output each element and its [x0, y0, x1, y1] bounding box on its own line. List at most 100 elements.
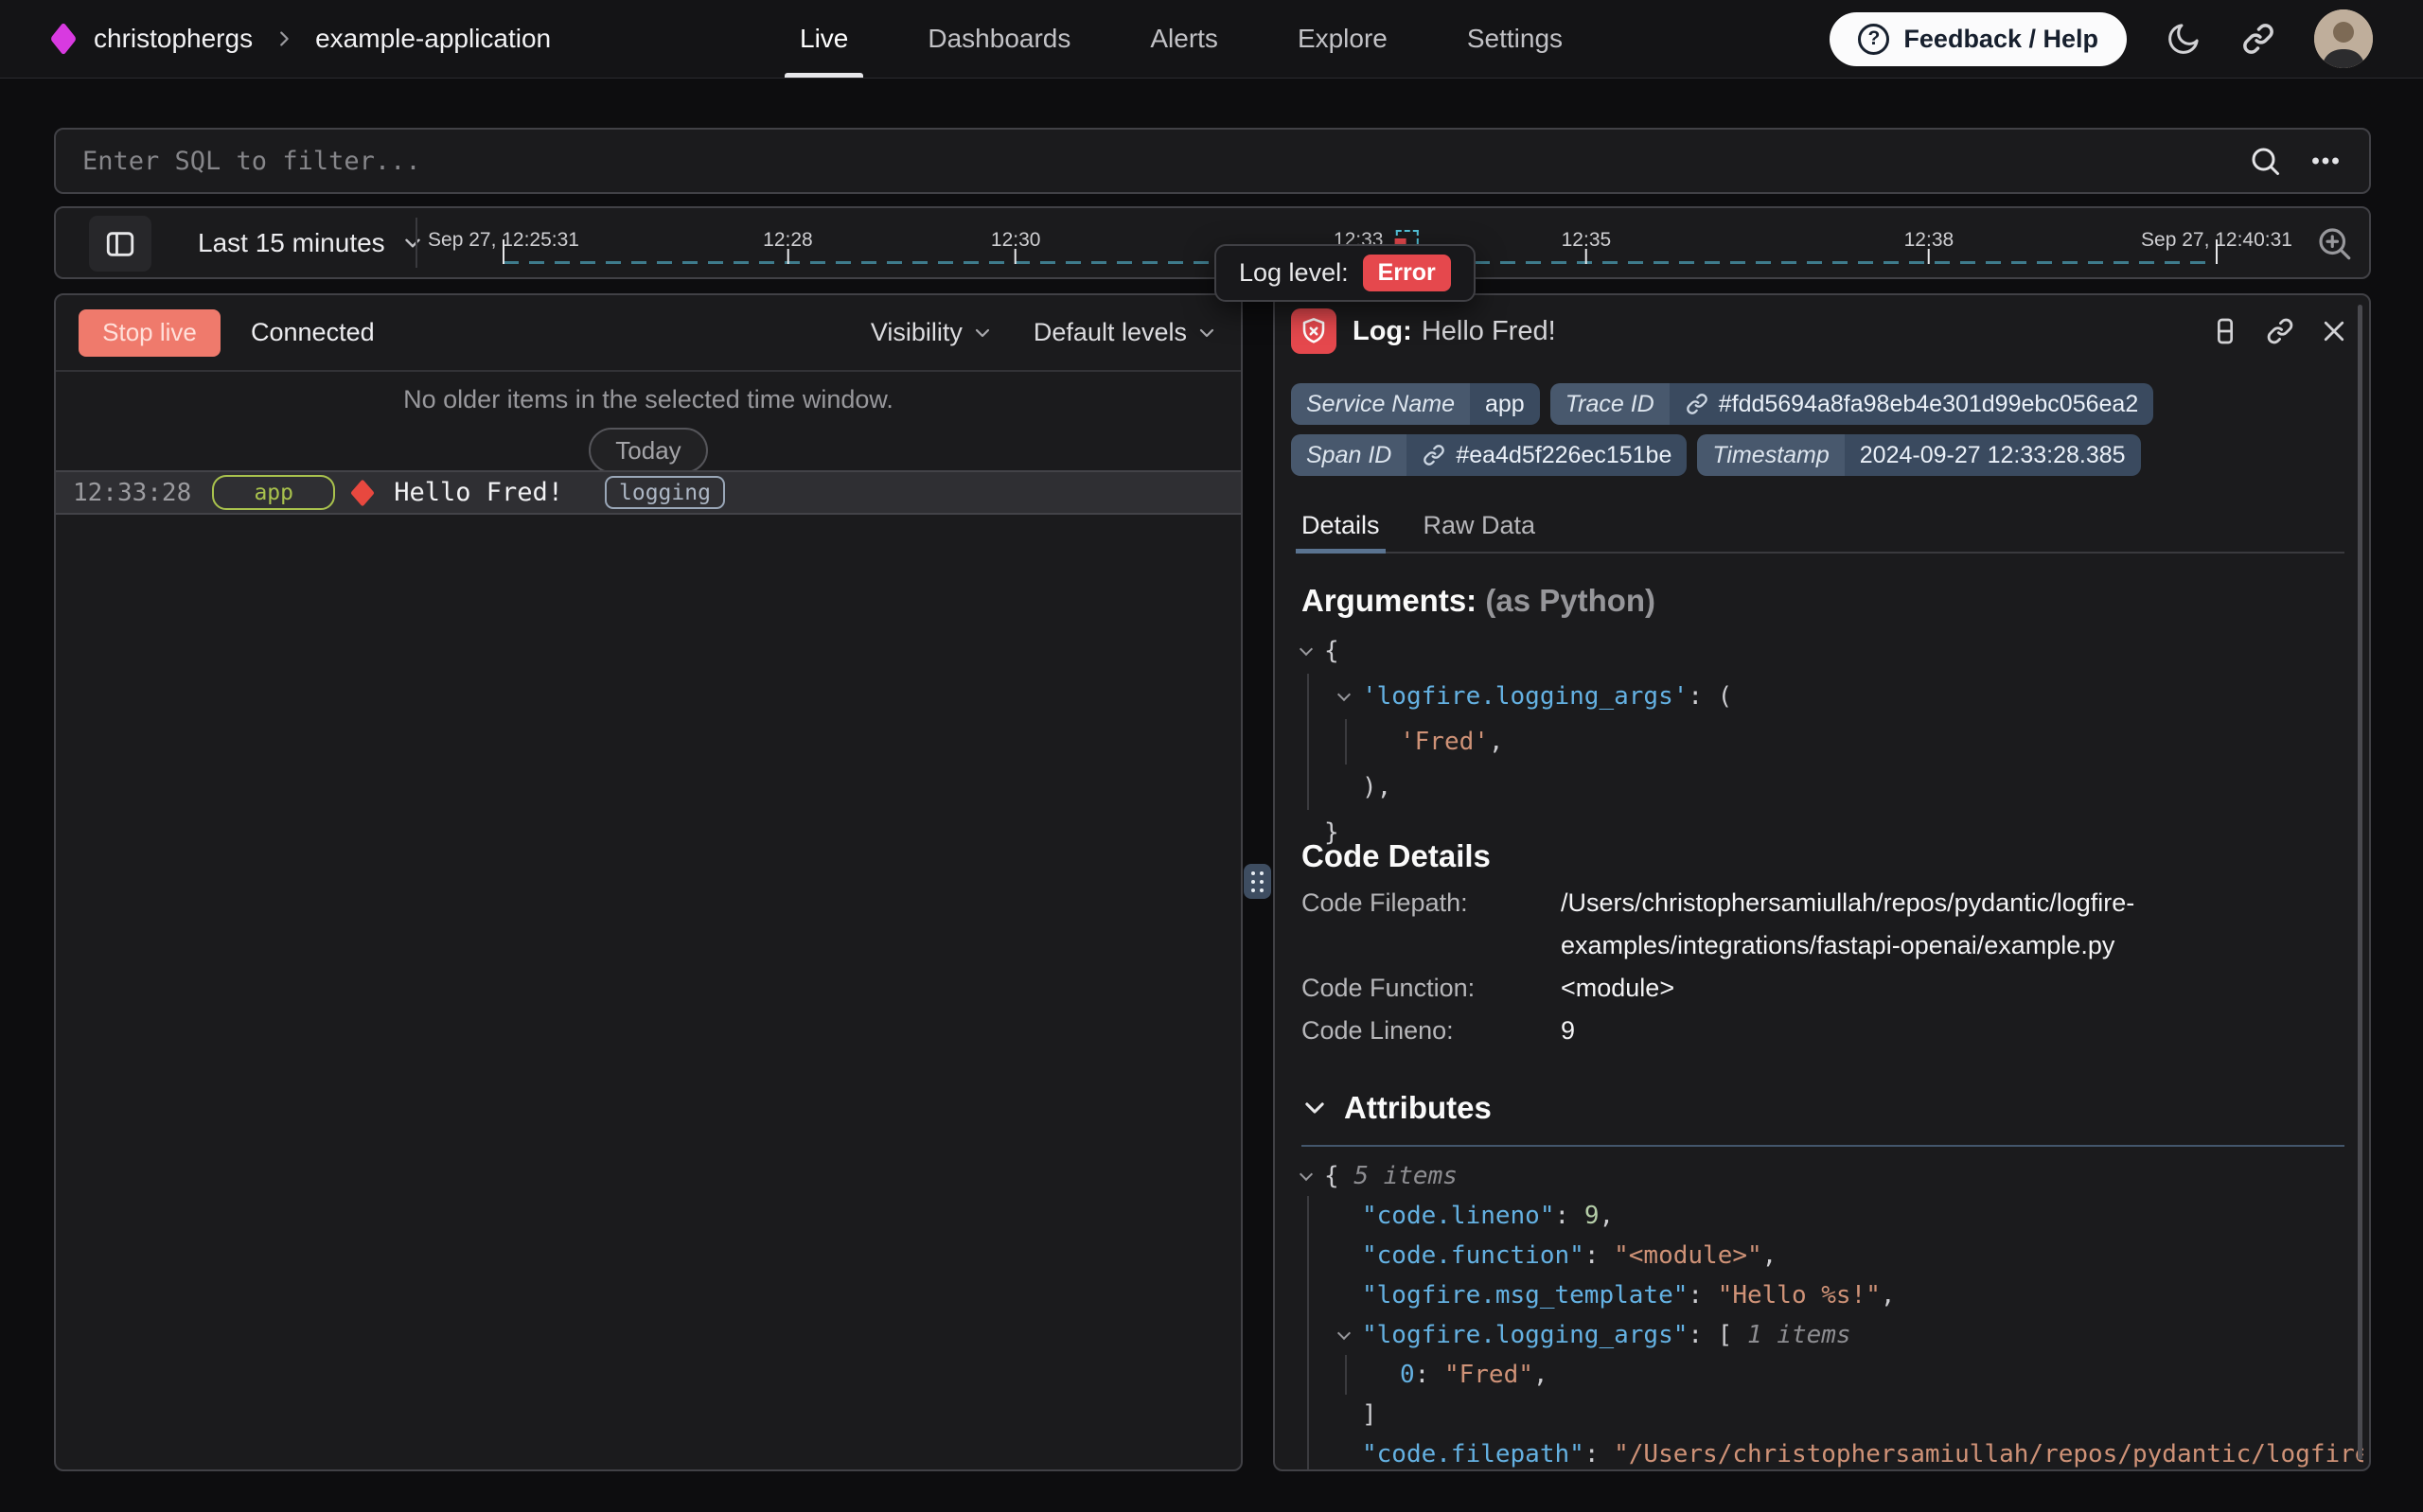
code-lineno-row: Code Lineno: 9 — [1301, 1010, 2331, 1052]
search-icon[interactable] — [2248, 144, 2282, 178]
code-line: 'logfire.logging_args': ( — [1288, 674, 2363, 719]
service-name-chip[interactable]: Service Name app — [1291, 383, 1540, 425]
log-row[interactable]: 12:33:28 app Hello Fred! logging — [56, 470, 1241, 515]
indent-guide — [1307, 1236, 1309, 1275]
code-line: "code.filepath": "/Users/christophersami… — [1288, 1434, 2363, 1471]
user-avatar[interactable] — [2314, 9, 2373, 68]
timeline-panel: Last 15 minutes Sep 27, 12:25:31 12:28 1… — [54, 206, 2371, 279]
code-filepath-row: Code Filepath: /Users/christophersamiull… — [1301, 882, 2331, 967]
visibility-dropdown[interactable]: Visibility — [871, 318, 994, 347]
detail-title: Log:Hello Fred! — [1353, 316, 1556, 347]
service-badge[interactable]: app — [212, 475, 335, 510]
tab-details[interactable]: Details — [1301, 511, 1380, 552]
tab-raw-data[interactable]: Raw Data — [1424, 511, 1536, 552]
log-level-tooltip: Log level: Error — [1214, 244, 1476, 302]
nav-tab-live[interactable]: Live — [800, 0, 848, 78]
breadcrumb-separator-icon — [274, 28, 294, 49]
today-button[interactable]: Today — [589, 428, 707, 473]
code-line: 0: "Fred", — [1288, 1355, 2363, 1395]
attributes-heading[interactable]: Attributes — [1301, 1090, 1492, 1126]
time-range-selector[interactable]: Last 15 minutes — [177, 208, 425, 277]
divider — [416, 218, 417, 268]
breadcrumb: christophergs example-application — [54, 0, 551, 78]
nav-tab-dashboards[interactable]: Dashboards — [928, 0, 1070, 78]
link-icon — [1422, 443, 1446, 467]
error-diamond-icon — [351, 479, 375, 506]
top-nav: christophergs example-application Live D… — [0, 0, 2423, 79]
code-details-rows: Code Filepath: /Users/christophersamiull… — [1301, 882, 2331, 1052]
chevron-down-icon — [400, 231, 425, 255]
breadcrumb-project[interactable]: example-application — [315, 24, 551, 54]
stop-live-button[interactable]: Stop live — [79, 309, 221, 357]
nav-tab-explore[interactable]: Explore — [1298, 0, 1388, 78]
indent-guide — [1307, 719, 1309, 765]
chevron-down-icon — [1301, 1095, 1328, 1121]
tooltip-label: Log level: — [1239, 258, 1349, 288]
indent-guide — [1345, 1355, 1347, 1395]
more-options-icon[interactable] — [2308, 144, 2343, 178]
code-function-row: Code Function: <module> — [1301, 967, 2331, 1010]
timestamp-chip[interactable]: Timestamp 2024-09-27 12:33:28.385 — [1697, 434, 2140, 476]
share-link-button[interactable] — [2240, 21, 2276, 57]
breadcrumb-org[interactable]: christophergs — [94, 24, 253, 54]
link-icon — [2265, 316, 2295, 346]
default-levels-dropdown[interactable]: Default levels — [1034, 318, 1218, 347]
sql-bar-icons — [2248, 144, 2369, 178]
nav-tabs: Live Dashboards Alerts Explore Settings — [800, 0, 1563, 78]
connection-status: Connected — [251, 318, 375, 347]
sidebar-toggle-button[interactable] — [89, 216, 151, 272]
code-line: "code.function": "<module>", — [1288, 1236, 2363, 1275]
moon-icon — [2165, 20, 2202, 58]
indent-guide — [1345, 719, 1347, 765]
log-detail-panel: Log:Hello Fred! Service Name app Trace I… — [1273, 293, 2371, 1471]
close-button[interactable] — [2320, 316, 2348, 346]
panel-resize-handle[interactable] — [1244, 864, 1271, 899]
feedback-help-button[interactable]: ? Feedback / Help — [1830, 12, 2127, 66]
collapse-chevron-icon[interactable] — [1300, 642, 1313, 656]
attributes-code-block: { 5 items"code.lineno": 9,"code.function… — [1288, 1156, 2363, 1471]
indent-guide — [1307, 1434, 1309, 1471]
theme-toggle-button[interactable] — [2165, 20, 2202, 58]
help-question-icon: ? — [1858, 24, 1889, 55]
span-id-chip[interactable]: Span ID #ea4d5f226ec151be — [1291, 434, 1687, 476]
code-line: "logfire.logging_args": [ 1 items — [1288, 1315, 2363, 1355]
collapse-chevron-icon[interactable] — [1300, 1168, 1313, 1181]
magnifier-plus-icon — [2314, 223, 2354, 263]
code-line: ] — [1288, 1395, 2363, 1434]
trace-id-chip[interactable]: Trace ID #fdd5694a8fa98eb4e301d99ebc056e… — [1550, 383, 2154, 425]
empty-window-message: No older items in the selected time wind… — [56, 385, 1241, 414]
arguments-heading: Arguments: (as Python) — [1301, 583, 1655, 619]
timeline-tick: 12:38 — [1904, 229, 1954, 271]
logfire-logo-icon[interactable] — [50, 22, 77, 55]
error-level-badge: Error — [1363, 255, 1451, 291]
split-view-button[interactable] — [2210, 316, 2240, 346]
close-icon — [2320, 317, 2348, 345]
nav-tab-alerts[interactable]: Alerts — [1150, 0, 1218, 78]
collapse-chevron-icon[interactable] — [1337, 1327, 1351, 1340]
indent-guide — [1307, 765, 1309, 810]
sql-filter-input[interactable] — [56, 147, 2248, 176]
panel-split-icon — [2210, 316, 2240, 346]
nav-right-cluster: ? Feedback / Help — [1830, 0, 2373, 78]
timeline-tick: 12:28 — [763, 229, 813, 271]
log-message: Hello Fred! — [394, 478, 563, 507]
collapse-chevron-icon[interactable] — [1337, 688, 1351, 701]
panel-collapse-icon — [104, 228, 136, 260]
log-timestamp: 12:33:28 — [73, 479, 191, 507]
nav-tab-settings[interactable]: Settings — [1467, 0, 1563, 78]
indent-guide — [1307, 1395, 1309, 1434]
copy-link-button[interactable] — [2265, 316, 2295, 346]
link-icon — [1685, 392, 1709, 416]
code-line: "code.lineno": 9, — [1288, 1196, 2363, 1236]
indent-guide — [1307, 1196, 1309, 1236]
sql-filter-bar — [54, 128, 2371, 194]
chevron-down-icon — [1195, 322, 1218, 344]
detail-tabs: Details Raw Data — [1301, 511, 2344, 554]
indent-guide — [1307, 1315, 1309, 1355]
metadata-badges: Service Name app Trace ID #fdd5694a8fa98… — [1291, 383, 2200, 476]
zoom-in-button[interactable] — [2314, 223, 2354, 263]
timeline-tick: Sep 27, 12:25:31 — [428, 229, 579, 271]
scrollbar-thumb[interactable] — [2358, 305, 2362, 1460]
live-logs-panel: Stop live Connected Visibility Default l… — [54, 293, 1243, 1471]
logging-tag-badge[interactable]: logging — [605, 476, 725, 509]
